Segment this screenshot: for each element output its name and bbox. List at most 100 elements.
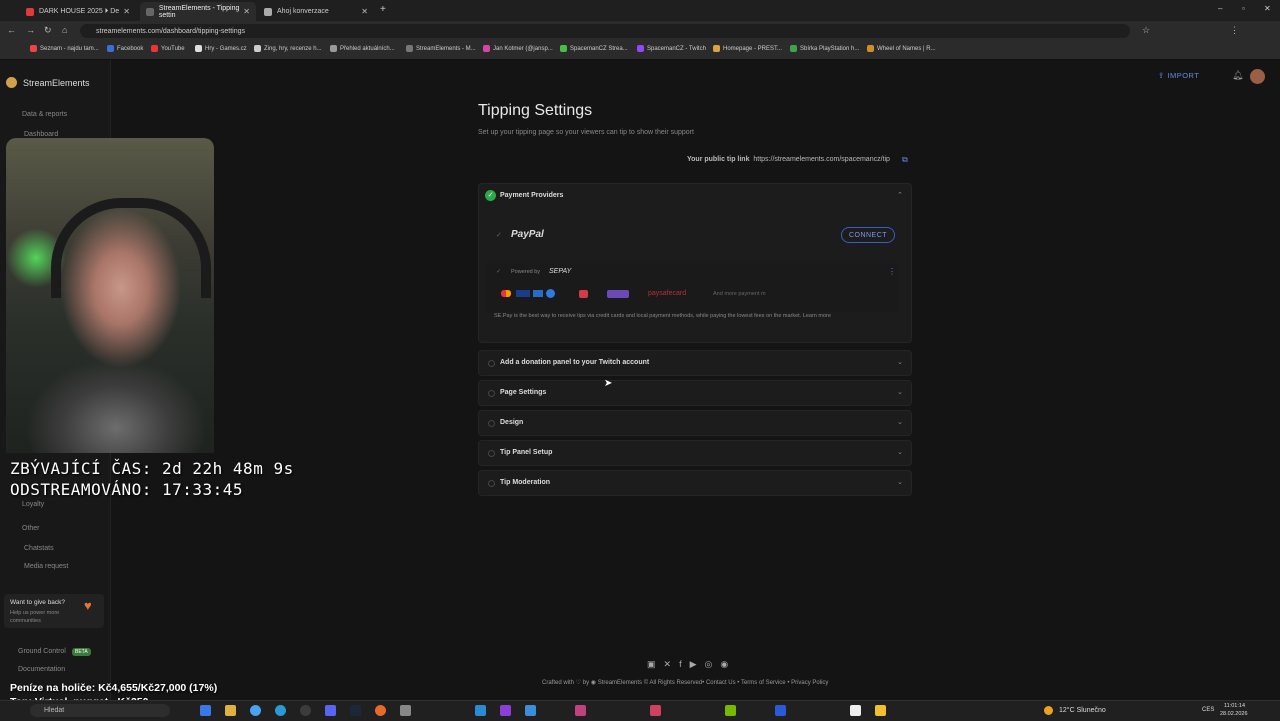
sidebar-item-dashboard[interactable]: Dashboard <box>24 131 58 138</box>
avatar[interactable] <box>1250 69 1265 84</box>
sidebar-item-media-request[interactable]: Media request <box>24 563 68 570</box>
windows-taskbar: Hledat 12°C Slunečno CES 11:01:14 28.02.… <box>0 700 1280 721</box>
bookmark-item[interactable]: YouTube <box>151 45 185 52</box>
steam-icon[interactable] <box>350 705 361 716</box>
language-indicator[interactable]: CES <box>1202 707 1214 713</box>
chevron-down-icon[interactable]: ⌄ <box>897 448 903 456</box>
privacy-link[interactable]: Privacy Policy <box>791 680 828 686</box>
section-title[interactable]: Payment Providers <box>500 192 563 199</box>
section-tip-panel-setup[interactable]: Tip Panel Setup ⌄ <box>478 440 912 466</box>
menu-icon[interactable]: ⋮ <box>1230 25 1239 36</box>
bookmark-item[interactable]: Facebook <box>107 45 143 52</box>
forward-icon[interactable]: → <box>26 25 35 35</box>
bookmark-item[interactable]: Seznam - najdu tam... <box>30 45 99 52</box>
give-back-card[interactable]: Want to give back? Help us power more co… <box>4 594 104 628</box>
sidebar-item-chatstats[interactable]: Chatstats <box>24 545 54 552</box>
sidebar-item-loyalty[interactable]: Loyalty <box>22 501 44 508</box>
app-icon[interactable] <box>650 705 661 716</box>
bookmark-item[interactable]: Sbírka PlayStation h... <box>790 45 859 52</box>
app-icon[interactable] <box>775 705 786 716</box>
sidebar-item-other[interactable]: Other <box>22 525 40 532</box>
streamelements-icon <box>146 7 154 16</box>
window-close-icon[interactable]: ✕ <box>1264 4 1271 13</box>
clock-date[interactable]: 28.02.2026 <box>1220 711 1248 717</box>
giropay-icon <box>607 290 629 298</box>
bookmark-item[interactable]: Wheel of Names | R... <box>867 45 936 52</box>
app-icon[interactable] <box>850 705 861 716</box>
twitch-icon[interactable]: ▣ <box>647 659 656 670</box>
bookmark-item[interactable]: Homepage - PREST... <box>713 45 782 52</box>
youtube-icon <box>26 7 34 16</box>
app-icon[interactable] <box>525 705 536 716</box>
app-icon[interactable] <box>375 705 386 716</box>
x-icon[interactable]: ✕ <box>664 659 672 670</box>
sidebar-item-documentation[interactable]: Documentation <box>18 666 65 673</box>
bookmark-item[interactable]: Jan Kotmer (@jansp... <box>483 45 553 52</box>
obs-icon[interactable] <box>300 705 311 716</box>
nvidia-icon[interactable] <box>725 705 736 716</box>
maximize-icon[interactable]: ▫ <box>1242 4 1245 13</box>
sidebar-item-ground-control[interactable]: Ground Control <box>18 648 66 655</box>
app-icon[interactable] <box>200 705 211 716</box>
footer-rights: © All Rights Reserved <box>643 680 703 686</box>
section-tip-moderation[interactable]: Tip Moderation ⌄ <box>478 470 912 496</box>
tip-link-url[interactable]: https://streamelements.com/spacemancz/ti… <box>753 156 890 163</box>
tab-dark-house[interactable]: DARK HOUSE 2025 ⏵ De ✕ <box>20 2 136 21</box>
clock-time[interactable]: 11:01:14 <box>1224 703 1245 709</box>
weather-text[interactable]: 12°C Slunečno <box>1059 707 1106 714</box>
star-icon[interactable]: ☆ <box>1142 25 1150 36</box>
discord-icon[interactable]: ◉ <box>720 659 728 670</box>
app-icon[interactable] <box>875 705 886 716</box>
connect-paypal-button[interactable]: CONNECT <box>841 227 895 243</box>
back-icon[interactable]: ← <box>7 25 16 35</box>
section-design[interactable]: Design ⌄ <box>478 410 912 436</box>
powered-by-label: Powered by <box>511 269 541 275</box>
app-icon[interactable] <box>575 705 586 716</box>
reload-icon[interactable]: ↻ <box>44 25 52 36</box>
close-icon[interactable]: ✕ <box>123 7 130 16</box>
more-options-icon[interactable]: ⋮ <box>888 267 896 276</box>
folder-icon[interactable] <box>225 705 236 716</box>
app-icon[interactable] <box>475 705 486 716</box>
new-tab-icon[interactable]: + <box>380 4 386 15</box>
home-icon[interactable]: ⌂ <box>62 25 67 35</box>
tab-streamelements[interactable]: StreamElements - Tipping settin ✕ <box>140 2 256 21</box>
bookmark-item[interactable]: SpacemanCZ Strea... <box>560 45 628 52</box>
youtube-icon[interactable]: ▶ <box>690 659 697 670</box>
streamelements-logo-icon: ◉ <box>590 680 597 686</box>
facebook-icon[interactable]: f <box>679 659 682 670</box>
chevron-down-icon[interactable]: ⌄ <box>897 418 903 426</box>
edge-icon[interactable] <box>275 705 286 716</box>
contact-link[interactable]: Contact Us <box>706 680 736 686</box>
sidebar-item-data-reports[interactable]: Data & reports <box>22 111 67 118</box>
bookmark-item[interactable]: Zing, hry, recenze h... <box>254 45 322 52</box>
tab-ahoj[interactable]: Ahoj konverzace ✕ <box>258 2 374 21</box>
bookmark-item[interactable]: Přehled aktuálních... <box>330 45 395 52</box>
minimize-icon[interactable]: – <box>1218 4 1222 13</box>
section-page-settings[interactable]: Page Settings ⌄ <box>478 380 912 406</box>
chevron-down-icon[interactable]: ⌄ <box>897 478 903 486</box>
url-input[interactable]: streamelements.com/dashboard/tipping-set… <box>80 24 1130 38</box>
bookmark-item[interactable]: StreamElements - M... <box>406 45 476 52</box>
app-icon[interactable] <box>500 705 511 716</box>
copy-icon[interactable]: ⧉ <box>902 155 908 165</box>
notification-bell-icon[interactable]: 🔔︎ <box>1232 70 1243 81</box>
terms-link[interactable]: Terms of Service <box>741 680 786 686</box>
close-icon[interactable]: ✕ <box>361 7 368 16</box>
chevron-down-icon[interactable]: ⌄ <box>897 358 903 366</box>
chevron-down-icon[interactable]: ⌄ <box>897 388 903 396</box>
discord-icon[interactable] <box>325 705 336 716</box>
page-subtitle: Set up your tipping page so your viewers… <box>478 129 694 136</box>
sun-icon <box>1044 706 1053 715</box>
instagram-icon[interactable]: ◎ <box>705 659 713 670</box>
bookmark-item[interactable]: SpacemanCZ - Twitch <box>637 45 706 52</box>
section-donation-panel[interactable]: Add a donation panel to your Twitch acco… <box>478 350 912 376</box>
chrome-icon[interactable] <box>250 705 261 716</box>
search-box[interactable]: Hledat <box>30 704 170 717</box>
import-button[interactable]: ⇪ IMPORT <box>1158 71 1199 80</box>
chevron-up-icon[interactable]: ⌃ <box>897 191 903 199</box>
bookmark-item[interactable]: Hry - Games.cz <box>195 45 247 52</box>
close-icon[interactable]: ✕ <box>243 7 250 16</box>
mouse-cursor-icon: ➤ <box>604 378 613 389</box>
app-icon[interactable] <box>400 705 411 716</box>
